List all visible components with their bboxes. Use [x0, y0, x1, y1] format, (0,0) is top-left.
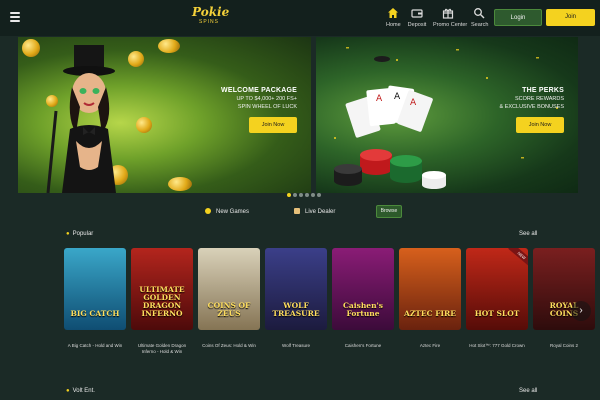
popular-section-title: ● Popular — [66, 231, 93, 237]
banner-line: & EXCLUSIVE BONUSES — [499, 104, 565, 110]
banner-title: WELCOME PACKAGE — [221, 87, 297, 94]
game-thumbnail[interactable]: AZTEC FIRE — [399, 248, 461, 330]
banner-title: THE PERKS — [522, 87, 564, 94]
nav-home-label: Home — [386, 22, 401, 28]
game-thumbnail[interactable]: BIG CATCH — [64, 248, 126, 330]
banner-line: SPIN WHEEL OF LUCK — [237, 104, 297, 110]
tab-live-dealer[interactable]: Live Dealer — [294, 204, 335, 220]
magician-character-illustration — [46, 45, 116, 193]
provider-icon: ● — [66, 388, 70, 394]
banner-line: SCORE REWARDS — [515, 96, 564, 102]
chevron-right-icon[interactable]: › — [571, 301, 591, 321]
game-thumbnail[interactable]: WOLF TREASURE — [265, 248, 327, 330]
carousel-dot[interactable] — [317, 193, 321, 197]
login-button[interactable]: Login — [494, 9, 542, 26]
logo-subtitle: SPINS — [198, 19, 219, 25]
new-badge: NEW — [507, 248, 528, 268]
perks-banner-text: THE PERKS SCORE REWARDS & EXCLUSIVE BONU… — [499, 87, 565, 133]
banner-line: UP TO $4,000+ 200 FS+ — [236, 96, 297, 102]
nav-search[interactable]: Search — [471, 7, 489, 33]
coin-decoration — [22, 39, 40, 57]
tab-new-games-label: New Games — [216, 209, 250, 215]
carousel-dot[interactable] — [305, 193, 309, 197]
game-thumbnail[interactable]: HOT SLOT NEW — [466, 248, 528, 330]
welcome-join-now-button[interactable]: Join Now — [249, 117, 297, 133]
game-thumbnail-title: AZTEC FIRE — [404, 309, 456, 318]
game-thumbnail-title: Caishen's Fortune — [342, 301, 384, 318]
gift-icon — [442, 8, 454, 19]
nav-promo-center-label: Promo Center — [433, 22, 468, 28]
carousel-dot[interactable] — [311, 193, 315, 197]
carousel-dot[interactable] — [287, 193, 291, 197]
volt-section-title: ● Volt Ent. — [66, 388, 95, 394]
tab-new-games[interactable]: New Games — [205, 204, 249, 220]
game-thumbnail-title: BIG CATCH — [70, 309, 120, 318]
nav-deposit-label: Deposit — [407, 22, 427, 28]
welcome-package-banner[interactable]: WELCOME PACKAGE UP TO $4,000+ 200 FS+ SP… — [18, 37, 311, 193]
home-icon — [388, 8, 398, 18]
deposit-icon — [411, 9, 423, 18]
browse-button[interactable]: Browse — [376, 205, 402, 218]
svg-text:A: A — [394, 92, 401, 102]
game-thumbnail-title: WOLF TREASURE — [272, 301, 320, 318]
game-card[interactable]: COINS OF ZEUS Coins Of Zeus: Hold & Win — [198, 248, 260, 349]
game-card[interactable]: Caishen's Fortune Caishen's Fortune — [332, 248, 394, 349]
carousel-dot[interactable] — [293, 193, 297, 197]
popular-see-all-link[interactable]: See all — [519, 231, 537, 237]
coin-decoration — [136, 117, 152, 133]
search-icon — [474, 8, 485, 19]
game-thumbnail-title: HOT SLOT — [474, 309, 520, 318]
carousel-indicators — [287, 184, 323, 202]
game-caption: Royal Coins 2 — [549, 343, 578, 348]
nav-promo-center[interactable]: Promo Center — [433, 7, 468, 33]
welcome-banner-text: WELCOME PACKAGE UP TO $4,000+ 200 FS+ SP… — [221, 87, 297, 133]
live-dealer-icon — [294, 208, 300, 215]
logo-wordmark: Pokie — [192, 5, 230, 19]
popular-games-row: BIG CATCH A Big Catch - Hold and Win ULTIM… — [64, 248, 600, 358]
svg-text:A: A — [410, 98, 417, 108]
tab-live-dealer-label: Live Dealer — [305, 209, 336, 215]
join-button[interactable]: Join — [546, 9, 595, 26]
volt-title-text: Volt Ent. — [72, 388, 95, 394]
game-thumbnail[interactable]: COINS OF ZEUS — [198, 248, 260, 330]
game-thumbnail-title: COINS OF ZEUS — [207, 301, 251, 318]
game-caption: Caishen's Fortune — [344, 343, 382, 348]
hamburger-menu-icon[interactable] — [10, 12, 20, 22]
game-caption: A Big Catch - Hold and Win — [67, 343, 123, 348]
game-caption: Hot Slot™: 777 Gold Crown — [469, 343, 525, 348]
nav-search-label: Search — [471, 22, 489, 28]
game-thumbnail-title: ULTIMATE GOLDEN DRAGON INFERNO — [139, 285, 185, 318]
game-card[interactable]: BIG CATCH A Big Catch - Hold and Win — [64, 248, 126, 349]
game-caption: Ultimate Golden Dragon Inferno - Hold & … — [137, 343, 187, 354]
carousel-dot[interactable] — [299, 193, 303, 197]
game-card[interactable]: ROYAL COINS Royal Coins 2 — [533, 248, 595, 349]
game-thumbnail[interactable]: ULTIMATE GOLDEN DRAGON INFERNO — [131, 248, 193, 330]
perks-banner[interactable]: A A A THE PERKS SCORE REWARDS & EXCLUSIV… — [316, 37, 578, 193]
game-thumbnail[interactable]: Caishen's Fortune — [332, 248, 394, 330]
game-card[interactable]: AZTEC FIRE Aztec Fire — [399, 248, 461, 349]
perks-join-now-button[interactable]: Join Now — [516, 117, 564, 133]
nav-deposit[interactable]: Deposit — [407, 7, 427, 33]
trophy-icon: ● — [66, 231, 70, 237]
popular-title-text: Popular — [72, 231, 94, 237]
category-tabs: New Games Live Dealer — [0, 204, 600, 220]
game-caption: Coins Of Zeus: Hold & Win — [202, 343, 256, 348]
top-navigation-bar: Pokie SPINS Home Deposit Promo Center Se… — [0, 0, 600, 36]
svg-text:A: A — [376, 94, 383, 104]
game-card[interactable]: WOLF TREASURE Wolf Treasure — [265, 248, 327, 349]
volt-see-all-link[interactable]: See all — [519, 388, 537, 394]
game-card[interactable]: HOT SLOT NEW Hot Slot™: 777 Gold Crown — [466, 248, 528, 349]
star-icon — [205, 208, 211, 215]
game-caption: Aztec Fire — [419, 343, 441, 348]
game-card[interactable]: ULTIMATE GOLDEN DRAGON INFERNO Ultimate G… — [131, 248, 193, 355]
site-logo[interactable]: Pokie SPINS — [192, 5, 230, 31]
coin-decoration — [158, 39, 180, 53]
coin-decoration — [168, 177, 192, 191]
game-caption: Wolf Treasure — [282, 343, 310, 348]
nav-home[interactable]: Home — [386, 7, 401, 33]
